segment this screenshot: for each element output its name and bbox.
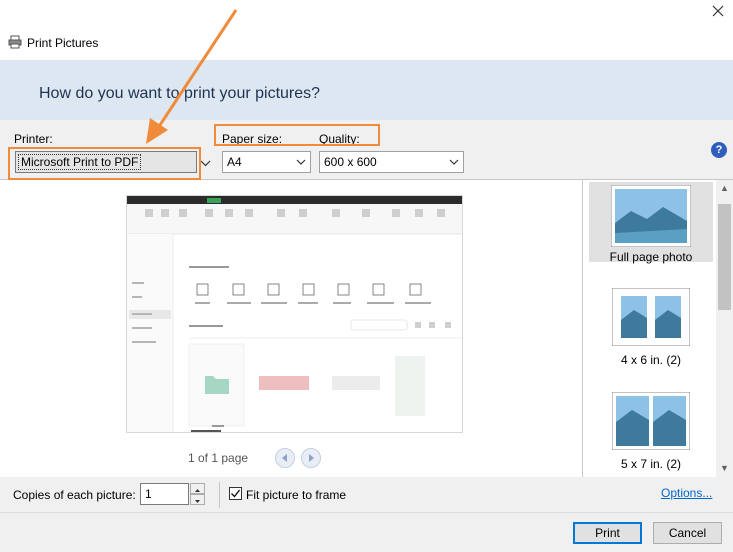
printer-label: Printer: (14, 132, 53, 146)
arrow-left-icon (282, 454, 287, 462)
paper-size-label: Paper size: (222, 132, 283, 146)
bottom-options: Copies of each picture: Fit picture to f… (0, 477, 733, 513)
layout-5x7[interactable]: 5 x 7 in. (2) (589, 391, 713, 476)
quality-value: 600 x 600 (324, 155, 377, 169)
print-options: Printer: Microsoft Print to PDF Paper si… (0, 120, 733, 180)
two-photo-thumbnail (611, 287, 691, 347)
quality-label: Quality: (319, 132, 360, 146)
window-title: Print Pictures (27, 36, 99, 50)
print-preview: 1 of 1 page (0, 180, 582, 477)
printer-value: Microsoft Print to PDF (18, 154, 142, 170)
chevron-down-icon (296, 159, 306, 165)
chevron-down-icon (200, 160, 211, 167)
page-count: 1 of 1 page (188, 451, 249, 465)
title-bar: Print Pictures (0, 0, 733, 60)
arrow-right-icon (309, 454, 314, 462)
layout-full-page-photo[interactable]: Full page photo (589, 182, 713, 264)
quality-select[interactable]: 600 x 600 (319, 151, 464, 173)
layout-4x6[interactable]: 4 x 6 in. (2) (589, 287, 713, 368)
layout-label: 5 x 7 in. (2) (620, 457, 682, 471)
help-icon: ? (715, 144, 723, 156)
chevron-down-icon (195, 500, 200, 503)
scroll-up-icon[interactable]: ▲ (720, 184, 729, 193)
scroll-thumb[interactable] (718, 204, 731, 310)
close-icon (712, 5, 724, 17)
options-link[interactable]: Options... (661, 486, 712, 500)
printer-select[interactable]: Microsoft Print to PDF (15, 151, 197, 173)
layout-scrollbar[interactable]: ▲ ▼ (716, 180, 733, 477)
cancel-button[interactable]: Cancel (653, 522, 722, 544)
layout-label: Full page photo (609, 250, 693, 264)
copies-input[interactable] (140, 483, 189, 505)
printer-dropdown-button[interactable] (197, 152, 214, 174)
chevron-down-icon (449, 159, 459, 165)
help-button[interactable]: ? (711, 142, 727, 158)
landscape-photo-thumbnail (610, 184, 692, 248)
fit-to-frame-label[interactable]: Fit picture to frame (246, 488, 346, 502)
fit-to-frame-checkbox[interactable] (229, 487, 242, 500)
two-photo-thumbnail (611, 391, 691, 451)
scroll-down-icon[interactable]: ▼ (720, 464, 729, 473)
checkmark-icon (231, 489, 241, 498)
previous-page-button[interactable] (275, 448, 295, 468)
dialog-buttons: Print Cancel (0, 513, 733, 552)
banner-heading: How do you want to print your pictures? (39, 85, 321, 102)
print-button[interactable]: Print (573, 522, 642, 544)
app-screenshot-preview (127, 196, 462, 432)
next-page-button[interactable] (301, 448, 321, 468)
preview-page (126, 195, 463, 433)
header-banner: How do you want to print your pictures? (0, 60, 733, 120)
copies-label: Copies of each picture: (13, 488, 136, 502)
layout-list: Full page photo 4 x 6 in. (2) 5 x 7 in. … (582, 180, 733, 477)
layout-label: 4 x 6 in. (2) (620, 353, 682, 367)
divider (219, 482, 220, 508)
copies-decrement[interactable] (190, 494, 205, 505)
close-button[interactable] (706, 4, 730, 22)
copies-increment[interactable] (190, 483, 205, 494)
printer-icon (8, 35, 22, 49)
paper-size-select[interactable]: A4 (222, 151, 311, 173)
paper-size-value: A4 (227, 155, 242, 169)
